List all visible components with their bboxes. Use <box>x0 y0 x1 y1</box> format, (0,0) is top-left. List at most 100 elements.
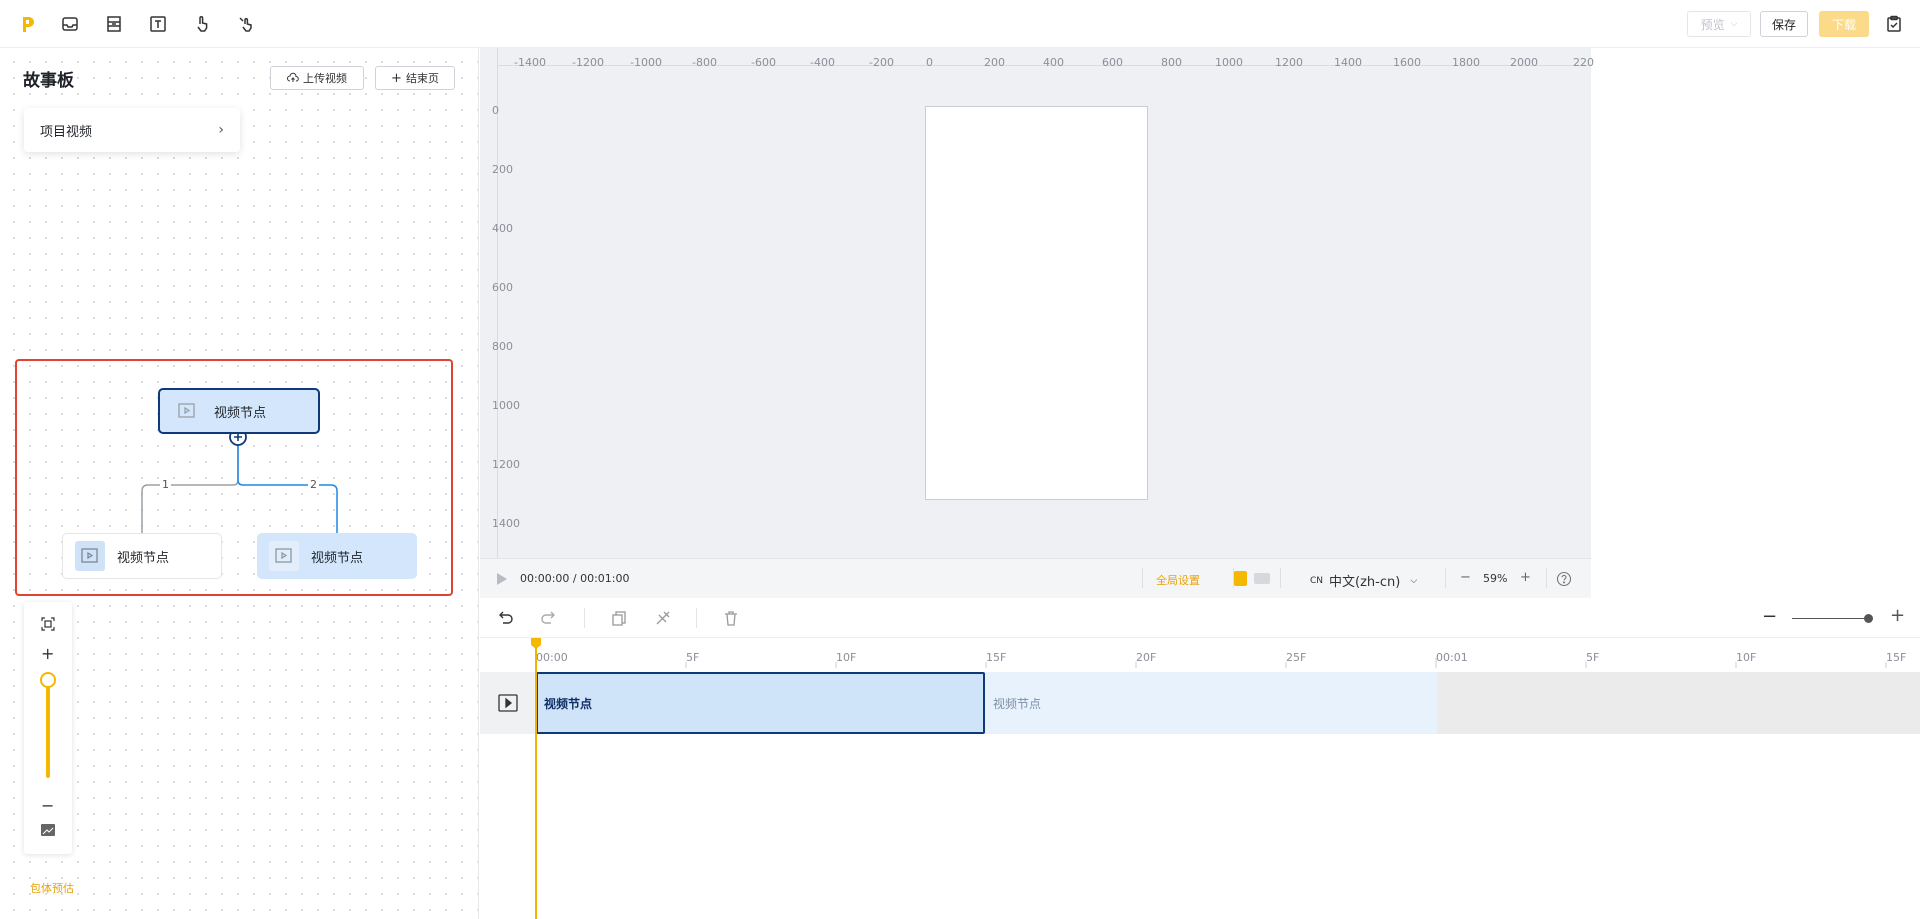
ruler-x-tick: 1600 <box>1393 56 1421 69</box>
timeline-zoom-handle[interactable] <box>1864 614 1873 623</box>
copy-icon[interactable] <box>610 609 628 627</box>
edge-label-1: 1 <box>160 478 171 491</box>
track-header <box>480 672 535 734</box>
play-icon[interactable] <box>496 572 508 586</box>
timeline-clip-selected[interactable]: 视频节点 <box>536 672 985 734</box>
video-node-root[interactable]: 视频节点 <box>158 388 320 434</box>
divider <box>1445 568 1446 588</box>
split-icon[interactable] <box>654 609 672 627</box>
ruler-x-tick: 400 <box>1043 56 1064 69</box>
redo-icon[interactable] <box>540 609 558 627</box>
download-label: 下载 <box>1831 17 1856 32</box>
ruler-x-tick: -200 <box>869 56 894 69</box>
edge-2 <box>237 437 338 533</box>
global-settings-link[interactable]: 全局设置 <box>1156 572 1200 588</box>
undo-icon[interactable] <box>496 609 514 627</box>
zoom-in-button[interactable]: + <box>1520 570 1531 585</box>
timeline-toolbar: − + <box>480 598 1920 638</box>
clip-label: 视频节点 <box>993 696 1042 711</box>
node-label: 视频节点 <box>117 550 170 566</box>
ruler-x-tick: 220 <box>1573 56 1594 69</box>
divider <box>584 608 585 628</box>
portrait-orientation-toggle[interactable] <box>1234 571 1247 586</box>
language-select[interactable]: CN 中文(zh-cn) ⌵ <box>1310 571 1417 590</box>
node-edges <box>141 428 338 533</box>
ruler-vertical <box>480 48 498 560</box>
language-flag-label: CN <box>1310 575 1324 586</box>
help-icon[interactable] <box>1556 571 1572 587</box>
ruler-y-tick: 400 <box>492 222 513 235</box>
download-button[interactable]: 下载 <box>1819 11 1869 37</box>
ruler-y-tick: 0 <box>492 104 499 117</box>
ruler-y-tick: 600 <box>492 281 513 294</box>
video-node-left[interactable]: 视频节点 <box>62 533 222 579</box>
playhead-handle[interactable] <box>530 638 542 649</box>
timeline-tick-marks <box>535 658 1887 668</box>
ruler-x-tick: 600 <box>1102 56 1123 69</box>
ruler-horizontal: -1400 -1200 -1000 -800 -600 -400 -200 0 … <box>480 48 1594 69</box>
ruler-y-tick: 1000 <box>492 399 520 412</box>
fit-view-icon[interactable] <box>40 616 56 632</box>
video-track-icon <box>497 694 518 712</box>
editor-canvas[interactable]: -1400 -1200 -1000 -800 -600 -400 -200 0 … <box>480 48 1594 560</box>
ruler-x-tick: -1000 <box>630 56 662 69</box>
artboard[interactable] <box>925 106 1148 500</box>
save-button[interactable]: 保存 <box>1760 11 1808 37</box>
zoom-in-icon[interactable]: + <box>41 644 54 663</box>
divider <box>1280 568 1281 588</box>
ruler-x-tick: -600 <box>751 56 776 69</box>
storyboard-panel: 故事板 上传视频 + 结束页 项目视频 › 1 2 视频节点 视频节点 视频节点… <box>0 48 479 919</box>
save-label: 保存 <box>1771 17 1796 32</box>
preview-dropdown[interactable]: 预览 ⌵ <box>1687 11 1751 37</box>
timeline-zoom-slider[interactable] <box>1792 618 1872 619</box>
divider <box>1142 568 1143 588</box>
ruler-x-tick: 2000 <box>1510 56 1538 69</box>
language-label: 中文(zh-cn) <box>1329 575 1401 590</box>
delete-icon[interactable] <box>722 609 740 627</box>
ruler-x-tick: 0 <box>926 56 933 69</box>
node-label: 视频节点 <box>311 550 364 566</box>
clipboard-check-icon[interactable] <box>1882 12 1906 36</box>
ruler-x-tick: -400 <box>810 56 835 69</box>
video-add-icon <box>172 396 202 426</box>
hand-pointer-icon[interactable] <box>190 12 214 36</box>
ruler-x-tick: 800 <box>1161 56 1182 69</box>
ruler-x-tick: 1400 <box>1334 56 1362 69</box>
minimap-icon[interactable] <box>41 824 55 836</box>
timeline-clip[interactable]: 视频节点 <box>985 672 1437 734</box>
app-logo-icon <box>16 12 40 36</box>
zoom-slider-track[interactable] <box>46 678 50 778</box>
inbox-icon[interactable] <box>58 12 82 36</box>
ruler-x-tick: 1000 <box>1215 56 1243 69</box>
package-size-estimate-link[interactable]: 包体预估 <box>30 880 74 896</box>
ruler-y-tick: 1400 <box>492 517 520 530</box>
ruler-y-tick: 1200 <box>492 458 520 471</box>
node-label: 视频节点 <box>214 405 267 421</box>
gesture-icon[interactable] <box>234 12 258 36</box>
chevron-down-icon: ⌵ <box>1410 575 1418 586</box>
edge-1 <box>141 437 239 533</box>
top-toolbar: 预览 ⌵ 保存 下载 <box>0 0 1920 48</box>
ruler-x-tick: 1800 <box>1452 56 1480 69</box>
canvas-control-bar: 00:00:00 / 00:01:00 全局设置 CN 中文(zh-cn) ⌵ … <box>480 558 1591 598</box>
zoom-out-button[interactable]: − <box>1460 570 1471 585</box>
timeline-zoom-in-icon[interactable]: + <box>1890 605 1905 626</box>
zoom-slider-handle[interactable] <box>40 672 56 688</box>
ruler-y-tick: 200 <box>492 163 513 176</box>
clip-label: 视频节点 <box>544 696 593 711</box>
zoom-out-icon[interactable]: − <box>41 796 54 815</box>
ruler-y-tick: 800 <box>492 340 513 353</box>
video-add-icon <box>269 541 299 571</box>
playhead[interactable] <box>535 642 537 919</box>
edge-label-2: 2 <box>308 478 319 491</box>
chevron-down-icon: ⌵ <box>1730 19 1738 29</box>
ruler-x-tick: -1400 <box>514 56 546 69</box>
timeline-zoom-out-icon[interactable]: − <box>1762 606 1777 627</box>
zoom-level: 59% <box>1483 572 1508 585</box>
text-icon[interactable] <box>146 12 170 36</box>
graph-zoom-control: + − <box>24 602 72 854</box>
landscape-orientation-toggle[interactable] <box>1254 573 1270 584</box>
video-node-right[interactable]: 视频节点 <box>257 533 417 579</box>
video-add-icon <box>75 541 105 571</box>
layout-icon[interactable] <box>102 12 126 36</box>
